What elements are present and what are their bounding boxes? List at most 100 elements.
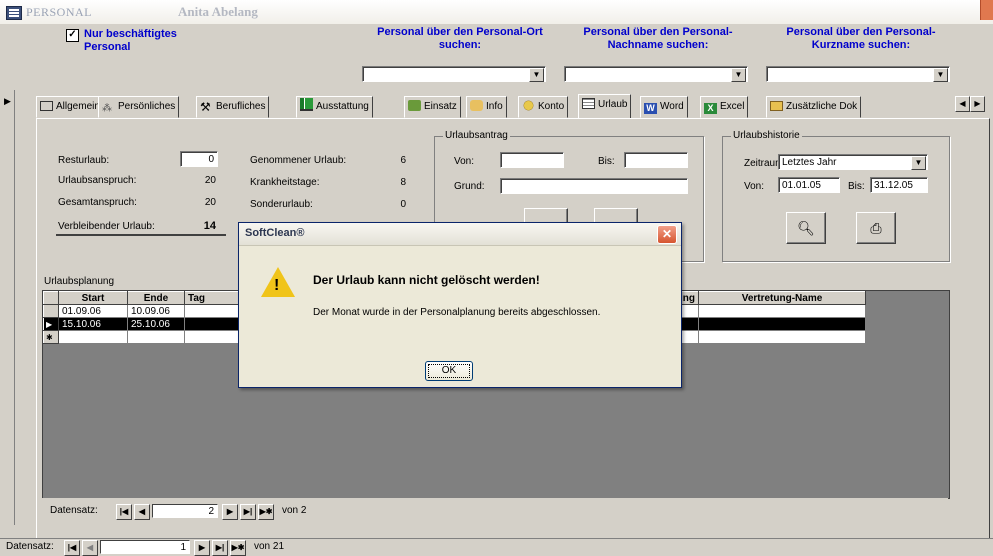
column-header-ende[interactable]: Ende (127, 291, 185, 305)
tab-allgemein[interactable]: Allgemein (36, 96, 104, 118)
subnav-current-record[interactable]: 2 (152, 504, 218, 518)
tab-persoenliches[interactable]: ⁂ Persönliches (98, 96, 180, 118)
search-ort-combo[interactable]: ▼ (362, 66, 546, 82)
chevron-down-icon[interactable]: ▼ (911, 156, 926, 170)
employed-only-checkbox[interactable]: ✓ (66, 29, 79, 42)
employed-only-label: Nur beschäftigtes Personal (84, 28, 177, 53)
tools-icon: ⚒ (200, 100, 211, 114)
info-icon (470, 100, 483, 111)
cell-ende[interactable]: 25.10.06 (127, 317, 185, 331)
tab-label: Berufliches (216, 101, 266, 112)
tab-label: Allgemein (56, 101, 100, 112)
dialog-title: SoftClean® (245, 227, 305, 239)
hands-icon (408, 100, 421, 111)
last-record-button[interactable]: ▶| (240, 504, 256, 520)
historie-von-field[interactable]: 01.01.05 (778, 177, 840, 193)
tab-label: Einsatz (424, 101, 457, 112)
column-header-start[interactable]: Start (58, 291, 128, 305)
tab-einsatz[interactable]: Einsatz (404, 96, 461, 118)
total-underline (56, 234, 226, 238)
main-first-record-button[interactable]: |◀ (64, 540, 80, 556)
antrag-grund-field[interactable] (500, 178, 688, 194)
cell-vertretung-name[interactable] (698, 330, 866, 344)
preview-button[interactable]: 🔍︎ (786, 212, 826, 244)
subnav-total: von 2 (282, 505, 307, 516)
search-nachname-combo[interactable]: ▼ (564, 66, 748, 82)
cell-start[interactable]: 01.09.06 (58, 304, 128, 318)
krank-value: 8 (400, 177, 406, 188)
antrag-bis-field[interactable] (624, 152, 688, 168)
urlaubsantrag-caption: Urlaubsantrag (443, 130, 510, 141)
resturlaub-field[interactable]: 0 (180, 151, 218, 167)
printer-icon: ⎙ (870, 220, 882, 236)
tab-konto[interactable]: Konto (518, 96, 569, 118)
excel-icon: X (704, 103, 717, 114)
main-new-record-button[interactable]: ▶✱ (230, 540, 246, 556)
gesamt-label: Gesamtanspruch: (58, 197, 137, 208)
row-selector-header (43, 291, 59, 305)
antrag-bis-label: Bis: (598, 156, 615, 167)
cell-start[interactable]: 15.10.06 (58, 317, 128, 331)
prev-record-button[interactable]: ◀ (134, 504, 150, 520)
sonder-value: 0 (400, 199, 406, 210)
tab-urlaub[interactable]: Urlaub (578, 94, 632, 119)
tab-info[interactable]: Info (466, 96, 507, 118)
chevron-down-icon[interactable]: ▼ (933, 68, 948, 82)
subnav-label: Datensatz: (50, 505, 98, 516)
antrag-von-field[interactable] (500, 152, 564, 168)
main-prev-record-button[interactable]: ◀ (82, 540, 98, 556)
new-record-selector[interactable]: ✱ (43, 330, 59, 344)
chevron-down-icon[interactable]: ▼ (731, 68, 746, 82)
tab-excel[interactable]: X Excel (700, 96, 749, 118)
record-selector[interactable]: ▶ (0, 90, 15, 525)
tab-scroll-right-button[interactable]: ▶ (970, 96, 985, 112)
dialog-message: Der Monat wurde in der Personalplanung b… (313, 307, 601, 318)
first-record-button[interactable]: |◀ (116, 504, 132, 520)
resturlaub-label: Resturlaub: (58, 155, 110, 166)
warning-exclamation-icon: ! (274, 277, 280, 294)
urlaubshistorie-caption: Urlaubshistorie (731, 130, 802, 141)
historie-bis-field[interactable]: 31.12.05 (870, 177, 928, 193)
historie-von-label: Von: (744, 181, 765, 192)
folder-icon (770, 101, 783, 111)
antrag-grund-label: Grund: (454, 181, 485, 192)
tab-word[interactable]: W Word (640, 96, 688, 118)
cell-ende[interactable]: 10.09.06 (127, 304, 185, 318)
next-record-button[interactable]: ▶ (222, 504, 238, 520)
window-close-button[interactable] (980, 0, 993, 20)
tab-label: Zusätzliche Dok (786, 101, 858, 112)
word-icon: W (644, 103, 657, 114)
tab-scroll-left-button[interactable]: ◀ (955, 96, 970, 112)
cell-start[interactable] (58, 330, 128, 344)
mainnav-current-record[interactable]: 1 (100, 540, 190, 554)
mainnav-total: von 21 (254, 541, 285, 552)
row-selector[interactable] (43, 304, 59, 318)
subform-record-navigator: Datensatz: |◀ ◀ 2 ▶ ▶| ▶✱ von 2 (50, 504, 370, 520)
ok-button[interactable]: OK (425, 361, 473, 381)
anspruch-label: Urlaubsanspruch: (58, 175, 137, 186)
genommen-value: 6 (400, 155, 406, 166)
cell-vertretung-name[interactable] (698, 304, 866, 318)
cell-ende[interactable] (127, 330, 185, 344)
gesamt-value: 20 (204, 197, 216, 208)
new-record-button[interactable]: ▶✱ (258, 504, 274, 520)
tab-label: Word (660, 101, 684, 112)
main-record-navigator: Datensatz: |◀ ◀ 1 ▶ ▶| ▶✱ von 21 (6, 540, 366, 556)
tab-zusaetzliche-dok[interactable]: Zusätzliche Dok (766, 96, 862, 118)
chevron-down-icon[interactable]: ▼ (529, 68, 544, 82)
card-icon (40, 101, 53, 111)
print-button[interactable]: ⎙ (856, 212, 896, 244)
dialog-close-button[interactable]: ✕ (657, 225, 677, 244)
main-next-record-button[interactable]: ▶ (194, 540, 210, 556)
cell-vertretung-name[interactable] (698, 317, 866, 331)
current-row-selector[interactable]: ▶ (43, 317, 59, 331)
tab-ausstattung[interactable]: Ausstattung (296, 96, 373, 118)
tab-berufliches[interactable]: ⚒ Berufliches (196, 96, 270, 118)
tab-label: Info (486, 101, 503, 112)
tab-label: Urlaub (598, 99, 628, 110)
main-last-record-button[interactable]: ▶| (212, 540, 228, 556)
search-kurzname-combo[interactable]: ▼ (766, 66, 950, 82)
tab-label: Excel (720, 101, 745, 112)
column-header-vertretung-name[interactable]: Vertretung-Name (698, 291, 866, 305)
zeitraum-select[interactable]: Letztes Jahr ▼ (778, 154, 928, 170)
